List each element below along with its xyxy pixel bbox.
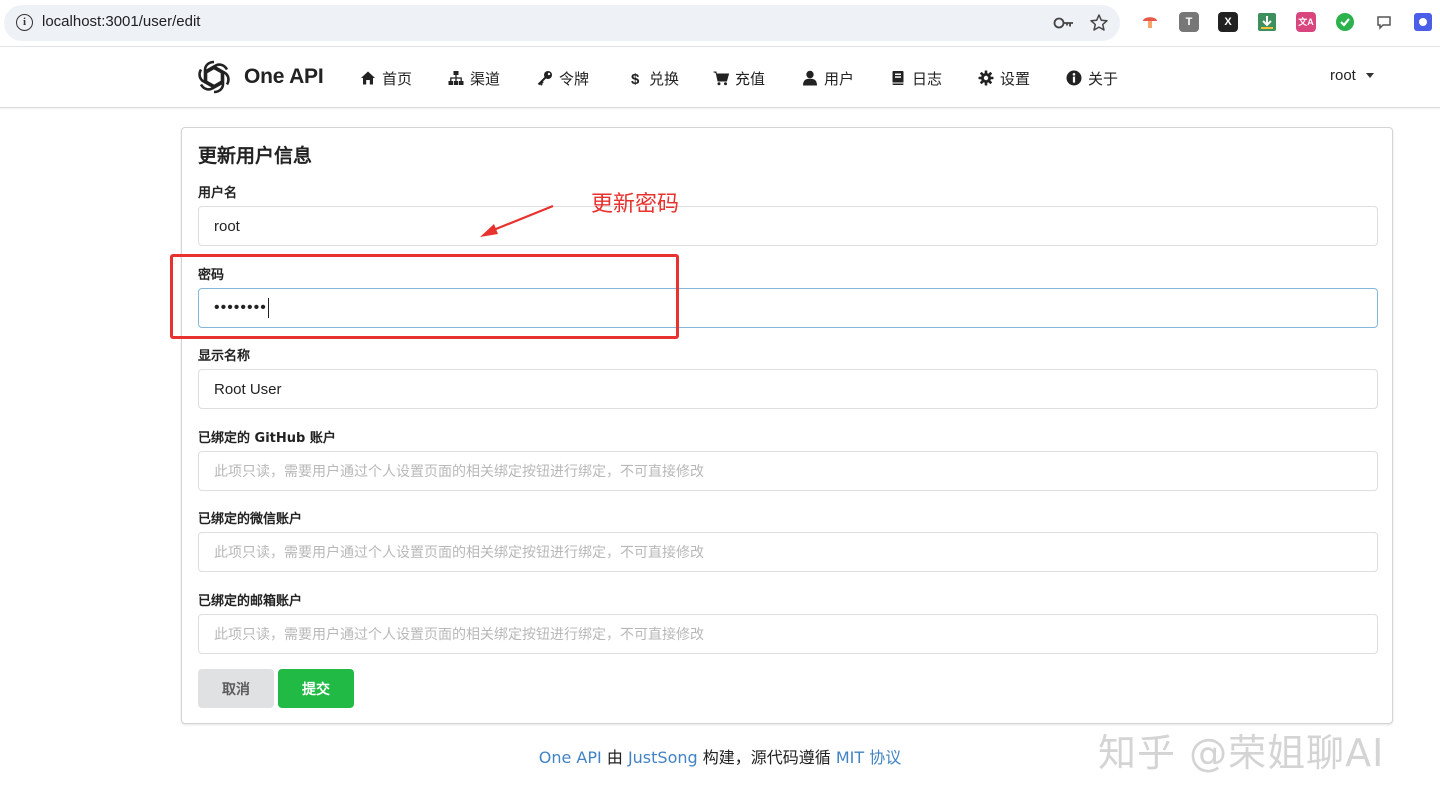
info-icon <box>1066 70 1082 86</box>
nav-item-about[interactable]: 关于 <box>1066 67 1118 89</box>
email-account-label: 已绑定的邮箱账户 <box>198 594 303 609</box>
footer-built-text: 构建，源代码遵循 <box>702 748 831 767</box>
nav-item-label: 渠道 <box>470 69 501 88</box>
svg-text:$: $ <box>631 71 640 86</box>
username-label: 用户名 <box>198 186 238 201</box>
username-input[interactable]: root <box>198 206 1378 246</box>
user-name: root <box>1330 67 1356 84</box>
wechat-account-label: 已绑定的微信账户 <box>198 512 303 527</box>
extension-t-icon[interactable]: T <box>1179 12 1199 32</box>
extension-mushroom-icon[interactable] <box>1140 12 1160 32</box>
nav-item-logs[interactable]: 日志 <box>890 67 942 89</box>
nav-item-home[interactable]: 首页 <box>360 67 412 89</box>
watermark: 知乎 @荣姐聊AI <box>1098 731 1385 775</box>
display-name-label: 显示名称 <box>198 349 251 364</box>
address-url[interactable]: localhost:3001/user/edit <box>42 13 200 30</box>
caret-down-icon <box>1365 73 1374 78</box>
home-icon <box>361 71 375 85</box>
nav-item-label: 充值 <box>735 69 766 88</box>
gear-icon <box>978 70 994 86</box>
extension-puzzle-icon[interactable] <box>1413 12 1433 32</box>
cart-icon <box>713 71 729 86</box>
cancel-button[interactable]: 取消 <box>198 669 274 708</box>
extension-chat-icon[interactable] <box>1374 12 1394 32</box>
nav-item-label: 兑换 <box>649 69 680 88</box>
nav-item-label: 设置 <box>1000 69 1031 88</box>
email-account-input[interactable]: 此项只读，需要用户通过个人设置页面的相关绑定按钮进行绑定，不可直接修改 <box>198 614 1378 654</box>
nav-item-label: 首页 <box>382 69 413 88</box>
address-bar[interactable]: i localhost:3001/user/edit <box>4 5 1120 41</box>
key-icon <box>537 71 552 86</box>
extension-check-icon[interactable] <box>1335 12 1355 32</box>
openai-logo-icon[interactable] <box>194 57 234 97</box>
annotation-highlight-box <box>170 254 679 339</box>
dollar-icon: $ <box>631 71 640 86</box>
display-name-input[interactable]: Root User <box>198 369 1378 409</box>
user-dropdown[interactable]: root <box>1330 67 1374 84</box>
annotation-text: 更新密码 <box>591 192 680 217</box>
github-account-input[interactable]: 此项只读，需要用户通过个人设置页面的相关绑定按钮进行绑定，不可直接修改 <box>198 451 1378 491</box>
user-icon <box>803 70 817 86</box>
wechat-account-input[interactable]: 此项只读，需要用户通过个人设置页面的相关绑定按钮进行绑定，不可直接修改 <box>198 532 1378 572</box>
nav-item-users[interactable]: 用户 <box>802 67 854 89</box>
footer-brand-link[interactable]: One API <box>539 748 602 767</box>
extension-x-icon[interactable]: X <box>1218 12 1238 32</box>
page-title: 更新用户信息 <box>198 145 313 167</box>
nav-item-label: 令牌 <box>559 69 590 88</box>
nav-item-settings[interactable]: 设置 <box>978 67 1030 89</box>
nav-item-label: 用户 <box>824 69 855 88</box>
sitemap-icon <box>448 71 464 85</box>
book-icon <box>892 71 904 85</box>
annotation-arrow-icon <box>480 204 554 237</box>
nav-item-topup[interactable]: 充值 <box>713 67 765 89</box>
top-navigation: One API 首页 渠道 令牌 $ 兑换 充值 用户 日志 设置 关于 roo… <box>0 48 1440 108</box>
footer-by-text: 由 <box>606 748 623 767</box>
site-info-icon[interactable]: i <box>16 14 33 31</box>
nav-item-redeem[interactable]: $ 兑换 <box>627 67 679 89</box>
nav-item-tokens[interactable]: 令牌 <box>537 67 589 89</box>
nav-item-label: 关于 <box>1088 69 1119 88</box>
footer-author-link[interactable]: JustSong <box>628 748 698 767</box>
extension-download-icon[interactable] <box>1257 12 1277 32</box>
brand-name[interactable]: One API <box>244 65 324 89</box>
submit-button[interactable]: 提交 <box>278 669 354 708</box>
github-account-label: 已绑定的 GitHub 账户 <box>198 431 336 446</box>
extension-translate-icon[interactable]: 文A <box>1296 12 1316 32</box>
bookmark-star-icon[interactable] <box>1089 13 1109 33</box>
nav-item-channels[interactable]: 渠道 <box>448 67 500 89</box>
nav-item-label: 日志 <box>912 69 943 88</box>
footer-license-link[interactable]: MIT 协议 <box>836 748 901 767</box>
edit-user-form: 更新用户信息 用户名 root 密码 •••••••• 显示名称 Root Us… <box>181 127 1393 724</box>
browser-toolbar: i localhost:3001/user/edit T X 文A <box>0 0 1440 47</box>
password-key-icon[interactable] <box>1053 14 1075 32</box>
